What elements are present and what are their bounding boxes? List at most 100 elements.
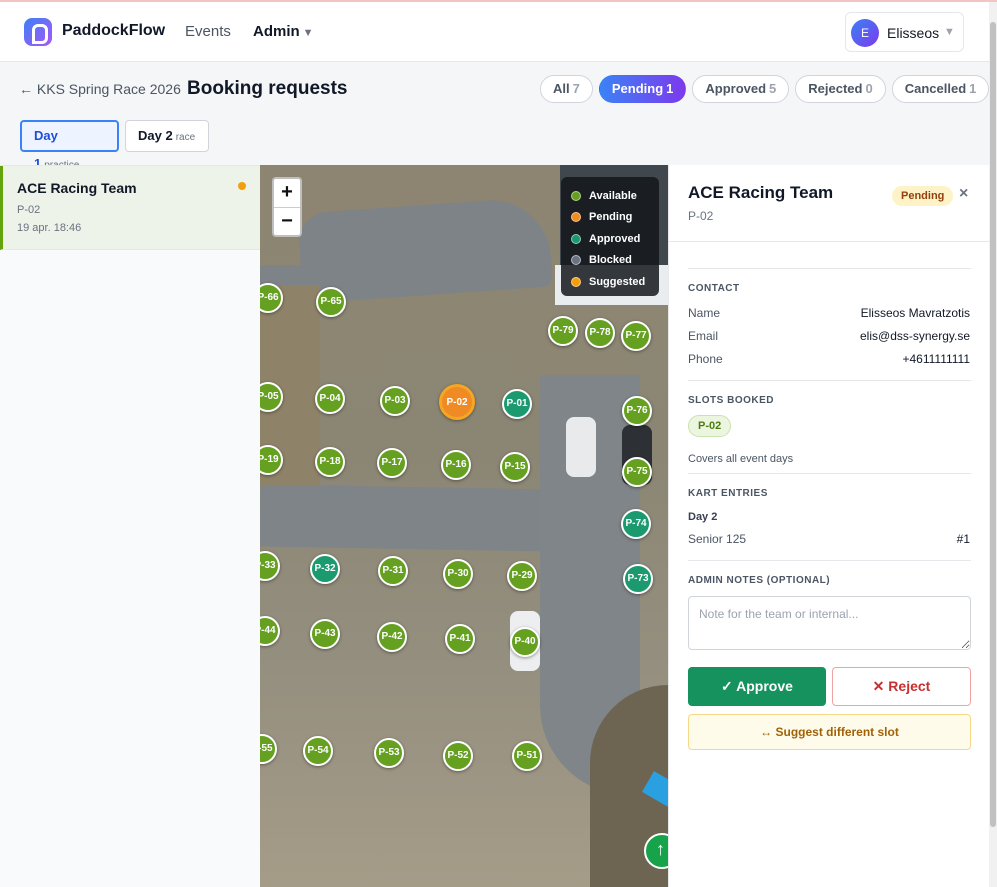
filter-label: Cancelled	[904, 81, 967, 96]
nav-events[interactable]: Events	[185, 23, 231, 40]
divider	[688, 560, 971, 561]
legend-item: Suggested	[571, 271, 649, 293]
slot-marker-p-15[interactable]: P-15	[500, 452, 530, 482]
slot-marker-p-31[interactable]: P-31	[378, 556, 408, 586]
tab-day-1[interactable]: Day 1practice	[20, 120, 119, 171]
legend-item: Blocked	[571, 250, 649, 272]
brand-name[interactable]: PaddockFlow	[62, 22, 165, 40]
reject-button[interactable]: ✕ Reject	[832, 667, 971, 706]
map-car	[566, 417, 596, 477]
paddockflow-logo-icon[interactable]	[24, 18, 52, 46]
kart-number: #1	[956, 532, 970, 546]
kart-heading: KART ENTRIES	[688, 488, 768, 499]
filter-label: Approved	[705, 81, 767, 96]
contact-name-value: Elisseos Mavratzotis	[860, 306, 970, 320]
nav-admin[interactable]: Admin ▼	[253, 23, 314, 40]
admin-notes-input[interactable]	[688, 596, 971, 650]
back-to-event-link[interactable]: ← KKS Spring Race 2026	[19, 81, 181, 97]
slot-marker-p-76[interactable]: P-76	[622, 396, 652, 426]
legend-item: Approved	[571, 228, 649, 250]
legend-label: Suggested	[589, 275, 646, 288]
scrollbar-thumb[interactable]	[990, 22, 996, 827]
kart-day: Day 2	[688, 511, 718, 523]
legend-swatch	[571, 255, 581, 266]
request-team: ACE Racing Team	[17, 180, 137, 196]
slots-heading: SLOTS BOOKED	[688, 395, 775, 406]
filter-rejected[interactable]: Rejected 0	[795, 75, 886, 103]
filter-count: 0	[865, 81, 873, 96]
legend-swatch	[571, 212, 581, 223]
slot-marker-p-02[interactable]: P-02	[439, 384, 475, 420]
close-icon[interactable]: ×	[959, 185, 968, 203]
detail-team-name: ACE Racing Team	[688, 183, 834, 202]
slot-marker-p-65[interactable]: P-65	[316, 287, 346, 317]
slot-marker-p-54[interactable]: P-54	[303, 736, 333, 766]
slot-marker-p-75[interactable]: P-75	[622, 457, 652, 487]
slot-marker-p-01[interactable]: P-01	[502, 389, 532, 419]
slot-marker-p-40[interactable]: P-40	[510, 627, 540, 657]
detail-slot: P-02	[688, 209, 714, 223]
legend-item: Pending	[571, 207, 649, 229]
nav-admin-label: Admin	[253, 23, 300, 40]
slot-marker-p-77[interactable]: P-77	[621, 321, 651, 351]
slot-chip: P-02	[688, 415, 732, 437]
legend-label: Available	[589, 189, 637, 202]
slot-marker-p-74[interactable]: P-74	[621, 509, 651, 539]
map-legend: Available Pending Approved Blocked Sugge…	[561, 177, 659, 296]
slot-marker-p-32[interactable]: P-32	[310, 554, 340, 584]
pending-dot-icon	[238, 182, 246, 190]
divider	[688, 473, 971, 474]
legend-label: Blocked	[589, 254, 632, 267]
suggest-slot-button[interactable]: ↔ Suggest different slot	[688, 714, 971, 750]
notes-heading: ADMIN NOTES (OPTIONAL)	[688, 575, 831, 586]
tab-day-2[interactable]: Day 2 race	[125, 120, 209, 152]
contact-phone-label: Phone	[688, 352, 723, 366]
slot-marker-p-43[interactable]: P-43	[310, 619, 340, 649]
page-title: Booking requests	[187, 78, 348, 99]
contact-phone-value: +4611111111	[902, 352, 970, 366]
contact-name-label: Name	[688, 306, 721, 320]
filter-count: 1	[666, 81, 674, 96]
slot-marker-p-18[interactable]: P-18	[315, 447, 345, 477]
legend-item: Available	[571, 185, 649, 207]
zoom-control: + −	[272, 177, 302, 237]
slot-marker-p-78[interactable]: P-78	[585, 318, 615, 348]
zoom-out-button[interactable]: −	[274, 207, 300, 235]
contact-email-label: Email	[688, 329, 719, 343]
filter-label: Pending	[611, 81, 664, 96]
slots-note: Covers all event days	[688, 453, 794, 465]
filter-cancelled[interactable]: Cancelled 1	[891, 75, 990, 103]
legend-swatch	[571, 233, 581, 244]
approve-button[interactable]: ✓ Approve	[688, 667, 826, 706]
slot-marker-p-53[interactable]: P-53	[374, 738, 404, 768]
slot-marker-p-41[interactable]: P-41	[445, 624, 475, 654]
slot-marker-p-73[interactable]: P-73	[623, 564, 653, 594]
divider	[688, 268, 971, 269]
zoom-in-button[interactable]: +	[274, 179, 300, 207]
map-road	[260, 484, 561, 552]
slot-marker-p-16[interactable]: P-16	[441, 450, 471, 480]
filter-pending[interactable]: Pending 1	[598, 75, 687, 103]
slot-marker-p-04[interactable]: P-04	[315, 384, 345, 414]
paddock-map[interactable]: P-66 P-65 P-79 P-78 P-77 P-05 P-04 P-03 P-02 P-01…	[260, 165, 668, 887]
user-menu[interactable]: E Elisseos ▼	[845, 12, 964, 52]
slot-marker-p-03[interactable]: P-03	[380, 386, 410, 416]
chevron-down-icon: ▼	[302, 27, 314, 39]
slot-marker-p-51[interactable]: P-51	[512, 741, 542, 771]
filter-approved[interactable]: Approved 5	[692, 75, 790, 103]
contact-email-value: elis@dss-synergy.se	[860, 329, 970, 343]
filter-count: 7	[572, 81, 580, 96]
list-item[interactable]: ACE Racing Team P-02 19 apr. 18:46	[0, 166, 260, 250]
slot-marker-p-30[interactable]: P-30	[443, 559, 473, 589]
page-scrollbar[interactable]	[989, 2, 997, 887]
filter-all[interactable]: All 7	[540, 75, 593, 103]
slot-marker-p-79[interactable]: P-79	[548, 316, 578, 346]
map-road	[260, 265, 550, 285]
slot-marker-p-17[interactable]: P-17	[377, 448, 407, 478]
slot-marker-p-52[interactable]: P-52	[443, 741, 473, 771]
filter-count: 1	[969, 81, 977, 96]
day-sub: race	[175, 132, 196, 143]
slot-marker-p-29[interactable]: P-29	[507, 561, 537, 591]
slot-marker-p-42[interactable]: P-42	[377, 622, 407, 652]
contact-heading: CONTACT	[688, 283, 740, 294]
